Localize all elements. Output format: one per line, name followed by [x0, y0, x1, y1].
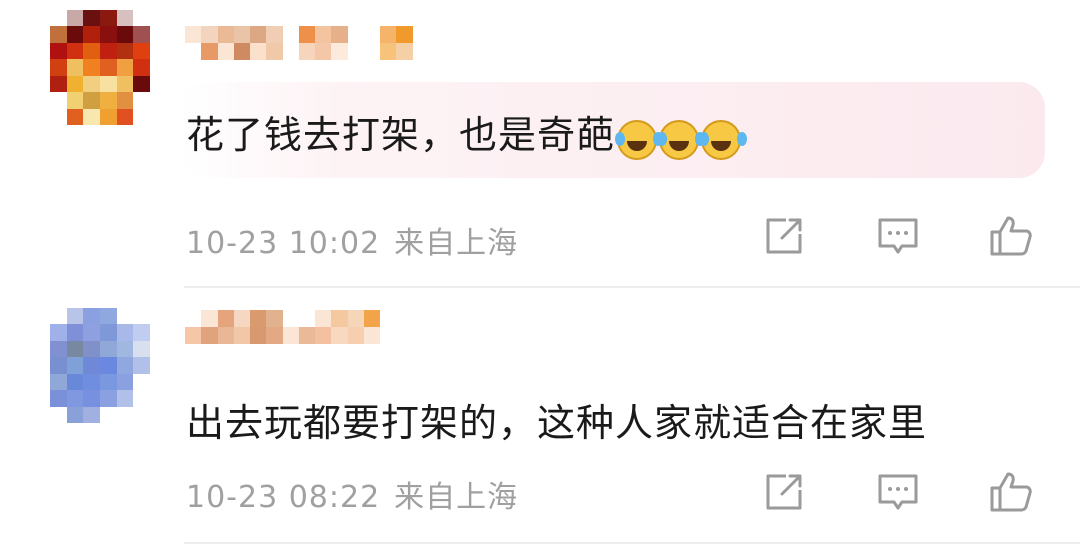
laugh-cry-emoji-icon — [657, 119, 700, 160]
comment-icon — [878, 474, 918, 510]
laugh-cry-emoji-icon — [615, 119, 658, 160]
share-button[interactable] — [760, 468, 808, 516]
comment-text: 出去玩都要打架的，这种人家就适合在家里 — [186, 401, 928, 445]
share-icon — [766, 474, 802, 510]
reply-button[interactable] — [874, 212, 922, 260]
username-masked[interactable] — [185, 310, 445, 344]
reply-button[interactable] — [874, 468, 922, 516]
comment-item: 花了钱去打架，也是奇葩 10-23 10:02 来自上海 — [0, 0, 1080, 288]
divider — [184, 542, 1080, 544]
comment-time: 10-23 10:02 — [186, 226, 381, 261]
thumbs-up-icon — [990, 472, 1032, 512]
comment-location: 来自上海 — [394, 226, 519, 261]
emoji-group — [615, 115, 743, 160]
comment-actions — [760, 212, 1050, 260]
comment-item: 出去玩都要打架的，这种人家就适合在家里 10-23 08:22 来自上海 — [0, 288, 1080, 546]
username-masked[interactable] — [185, 26, 445, 60]
comment-location: 来自上海 — [394, 480, 519, 515]
comment-actions — [760, 468, 1050, 516]
avatar[interactable] — [50, 308, 150, 423]
avatar[interactable] — [50, 10, 150, 125]
laugh-cry-emoji-icon — [699, 119, 742, 160]
comment-meta: 10-23 10:02 来自上海 — [186, 218, 518, 262]
share-button[interactable] — [760, 212, 808, 260]
comment-meta: 10-23 08:22 来自上海 — [186, 472, 518, 516]
like-button[interactable] — [986, 468, 1034, 516]
comment-time: 10-23 08:22 — [186, 480, 381, 515]
share-icon — [766, 218, 802, 254]
like-button[interactable] — [986, 212, 1034, 260]
thumbs-up-icon — [990, 216, 1032, 256]
comment-icon — [878, 218, 918, 254]
comment-text: 花了钱去打架，也是奇葩 — [186, 104, 743, 160]
